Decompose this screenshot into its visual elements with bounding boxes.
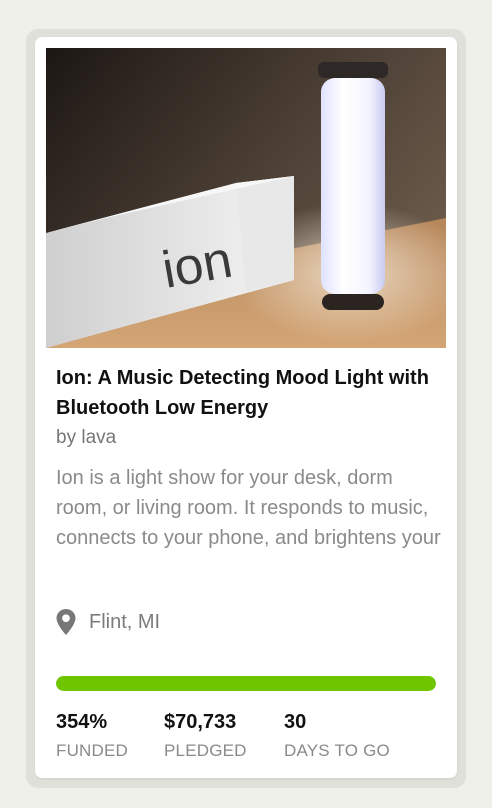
project-card[interactable]: ion Ion: A Music Detecting Mood Light wi…	[35, 37, 457, 778]
project-photo: ion	[46, 48, 446, 348]
project-creator[interactable]: by lava	[56, 426, 116, 450]
map-pin-icon	[56, 609, 76, 635]
stat-days-label: DAYS TO GO	[284, 741, 390, 760]
stat-pledged-label: PLEDGED	[164, 741, 247, 760]
project-title[interactable]: Ion: A Music Detecting Mood Light with B…	[56, 363, 441, 423]
box-logo-text: ion	[158, 231, 236, 300]
location-text: Flint, MI	[89, 610, 161, 633]
project-blurb: Ion is a light show for your desk, dorm …	[56, 467, 441, 549]
funding-progress-fill	[56, 676, 436, 691]
stat-days-to-go: 30 DAYS TO GO	[284, 709, 390, 762]
project-location[interactable]: Flint, MI	[56, 608, 160, 636]
stat-funded-label: FUNDED	[56, 741, 129, 760]
project-card-frame: ion Ion: A Music Detecting Mood Light wi…	[26, 29, 466, 788]
stat-days-value: 30	[284, 711, 307, 733]
stat-pledged: $70,733 PLEDGED	[164, 709, 247, 762]
stat-pledged-value: $70,733	[164, 711, 237, 733]
project-image[interactable]: ion	[46, 48, 446, 348]
stat-funded: 354% FUNDED	[56, 709, 128, 762]
funding-progress-bar	[56, 676, 436, 691]
stat-funded-value: 354%	[56, 711, 108, 733]
